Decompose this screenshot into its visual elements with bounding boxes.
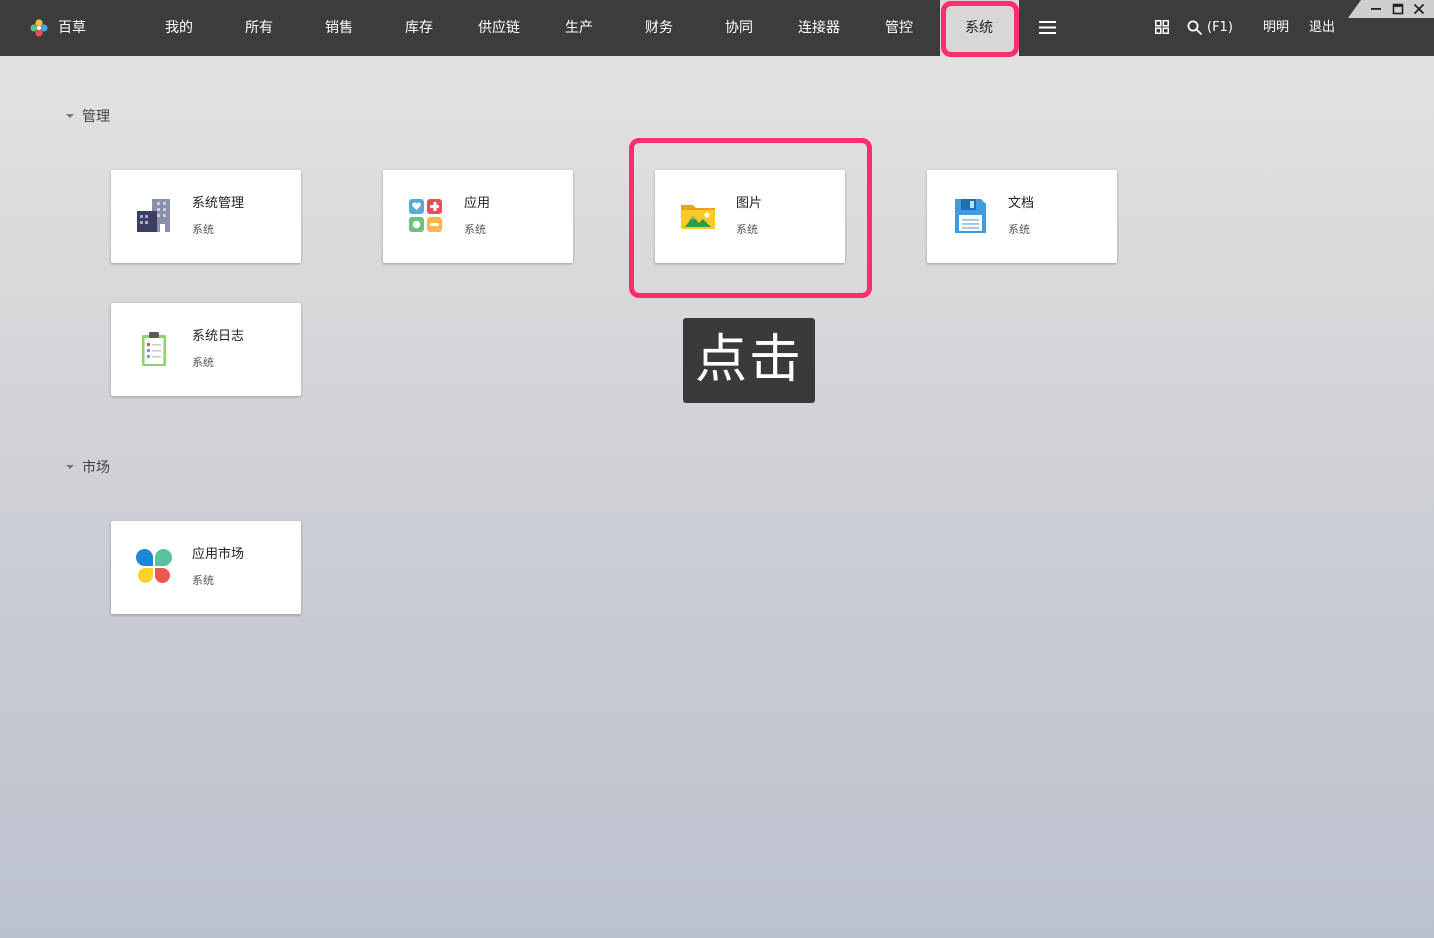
card-title: 图片 bbox=[736, 196, 763, 211]
section-title: 管理 bbox=[82, 109, 110, 125]
active-tab-highlight bbox=[941, 1, 1019, 57]
grid-icon[interactable] bbox=[1155, 20, 1169, 34]
card-subtitle: 系统 bbox=[192, 574, 214, 587]
caret-down-icon bbox=[66, 114, 74, 118]
apps-icon bbox=[409, 199, 442, 232]
nav-tab-sales[interactable]: 销售 bbox=[325, 0, 353, 56]
section-header-management[interactable]: 管理 bbox=[66, 107, 110, 127]
building-icon bbox=[137, 199, 170, 232]
nav-tab-control[interactable]: 管控 bbox=[885, 0, 913, 56]
click-instruction-label: 点击 bbox=[683, 318, 815, 403]
app-card-applications[interactable]: 应用 系统 bbox=[383, 170, 573, 263]
card-title: 应用 bbox=[464, 196, 491, 211]
app-card-images[interactable]: 图片 系统 bbox=[655, 170, 845, 263]
section-header-market[interactable]: 市场 bbox=[66, 458, 110, 478]
clipboard-icon bbox=[142, 332, 166, 366]
app-card-app-market[interactable]: 应用市场 系统 bbox=[111, 521, 301, 614]
card-subtitle: 系统 bbox=[1008, 223, 1030, 236]
top-navigation-bar: 百草 我的 所有 销售 库存 供应链 生产 财务 协同 连接器 管控 系统 (F… bbox=[0, 0, 1434, 57]
maximize-icon[interactable] bbox=[1391, 2, 1405, 16]
section-title: 市场 bbox=[82, 460, 110, 476]
brand-name[interactable]: 百草 bbox=[58, 18, 86, 38]
card-title: 系统管理 bbox=[192, 196, 245, 211]
nav-tab-supply-chain[interactable]: 供应链 bbox=[478, 0, 520, 56]
search-icon[interactable] bbox=[1187, 20, 1202, 35]
nav-tab-collaboration[interactable]: 协同 bbox=[725, 0, 753, 56]
card-subtitle: 系统 bbox=[192, 356, 214, 369]
minimize-icon[interactable] bbox=[1369, 2, 1383, 16]
card-title: 应用市场 bbox=[192, 547, 245, 562]
image-folder-icon bbox=[681, 205, 715, 229]
card-title: 文档 bbox=[1008, 196, 1035, 211]
nav-tab-production[interactable]: 生产 bbox=[565, 0, 593, 56]
nav-tab-inventory[interactable]: 库存 bbox=[405, 0, 433, 56]
app-card-system-management[interactable]: 系统管理 系统 bbox=[111, 170, 301, 263]
app-market-icon bbox=[136, 549, 172, 583]
app-card-documents[interactable]: 文档 系统 bbox=[927, 170, 1117, 263]
app-card-system-log[interactable]: 系统日志 系统 bbox=[111, 303, 301, 396]
user-name[interactable]: 明明 bbox=[1263, 18, 1289, 38]
nav-tab-all[interactable]: 所有 bbox=[245, 0, 273, 56]
nav-tab-mine[interactable]: 我的 bbox=[165, 0, 193, 56]
window-controls bbox=[1348, 0, 1434, 18]
card-title: 系统日志 bbox=[192, 329, 245, 344]
card-subtitle: 系统 bbox=[464, 223, 486, 236]
caret-down-icon bbox=[66, 465, 74, 469]
hamburger-menu-icon[interactable] bbox=[1039, 19, 1056, 36]
flower-logo-icon[interactable] bbox=[29, 18, 49, 38]
nav-tab-finance[interactable]: 财务 bbox=[645, 0, 673, 56]
nav-tab-connector[interactable]: 连接器 bbox=[798, 0, 840, 56]
floppy-disk-icon bbox=[955, 199, 986, 233]
close-icon[interactable] bbox=[1412, 2, 1426, 16]
search-shortcut-hint[interactable]: (F1) bbox=[1207, 18, 1233, 38]
card-subtitle: 系统 bbox=[736, 223, 758, 236]
card-subtitle: 系统 bbox=[192, 223, 214, 236]
logout-button[interactable]: 退出 bbox=[1309, 18, 1335, 38]
